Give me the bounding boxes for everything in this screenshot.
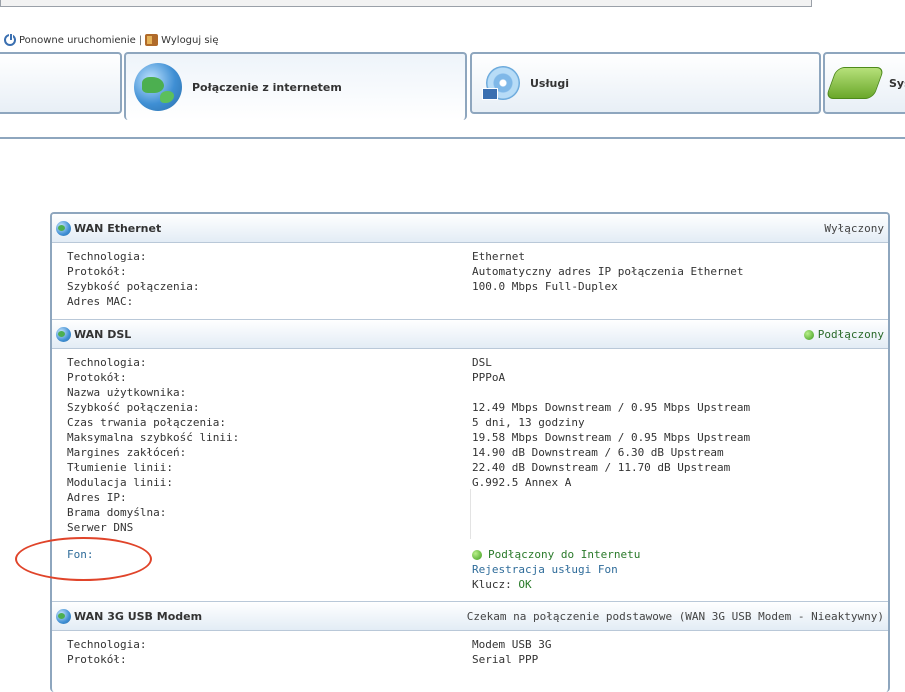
- globe-icon: [56, 326, 71, 342]
- row-value: 14.90 dB Downstream / 6.30 dB Upstream: [472, 446, 724, 459]
- row-value: Automatyczny adres IP połączenia Etherne…: [472, 265, 744, 278]
- row-value: Ethernet: [472, 250, 525, 263]
- info-row: Technologia: DSL: [52, 356, 888, 371]
- main-tabs: Połączenie z internetem Usługi Sys: [0, 52, 905, 139]
- info-row: Protokół: Automatyczny adres IP połączen…: [52, 265, 888, 280]
- tab-label: Połączenie z internetem: [192, 80, 342, 94]
- globe-icon: [56, 608, 71, 624]
- status-text: Czekam na połączenie podstawowe (WAN 3G …: [467, 610, 884, 623]
- row-value: 5 dni, 13 godziny: [472, 416, 585, 429]
- row-label: Maksymalna szybkość linii:: [67, 431, 240, 444]
- row-label: Szybkość połączenia:: [67, 280, 200, 293]
- tab-baseline: [0, 137, 905, 139]
- info-row: Maksymalna szybkość linii: 19.58 Mbps Do…: [52, 431, 888, 446]
- address-bar-remnant: [0, 0, 812, 7]
- section-body-wan-dsl: Technologia: DSL Protokół: PPPoA Nazwa u…: [52, 349, 888, 602]
- status-label: Podłączony: [817, 328, 884, 341]
- row-label: Czas trwania połączenia:: [67, 416, 226, 429]
- row-value: PPPoA: [472, 371, 506, 384]
- row-value: G.992.5 Annex A: [472, 476, 572, 489]
- fon-row: Fon: Podłączony do Internetu: [52, 548, 888, 563]
- row-value: DSL: [472, 356, 492, 369]
- tab-previous[interactable]: [0, 52, 122, 114]
- wan-connections-panel: WAN Ethernet Wyłączony Technologia: Ethe…: [50, 212, 890, 692]
- fon-key: Klucz: OK: [472, 578, 532, 591]
- row-label: Adres IP:: [67, 491, 127, 504]
- fon-key-row: Klucz: OK: [52, 578, 888, 593]
- fon-status-text: Podłączony do Internetu: [488, 548, 641, 561]
- info-row: Technologia: Ethernet: [52, 250, 888, 265]
- fon-key-label: Klucz:: [472, 578, 512, 591]
- connected-dot-icon: [472, 549, 482, 560]
- row-value: Serial PPP: [472, 653, 539, 666]
- info-row: Adres MAC:: [52, 295, 888, 310]
- row-label: Technologia:: [67, 250, 147, 263]
- row-label: Nazwa użytkownika:: [67, 386, 187, 399]
- globe-icon: [134, 63, 182, 111]
- power-icon[interactable]: [4, 33, 16, 46]
- row-label: Serwer DNS: [67, 521, 134, 534]
- tab-services[interactable]: Usługi: [470, 52, 821, 114]
- status-text: Podłączony: [803, 328, 884, 341]
- row-label: Protokół:: [67, 653, 127, 666]
- section-header-wan-3g-usb-modem[interactable]: WAN 3G USB Modem Czekam na połączenie po…: [52, 602, 888, 631]
- row-label: Adres MAC:: [67, 295, 134, 308]
- status-text: Wyłączony: [824, 222, 884, 235]
- tab-label: Sys: [889, 76, 905, 90]
- section-header-wan-dsl[interactable]: WAN DSL Podłączony: [52, 320, 888, 349]
- tab-system[interactable]: Sys: [823, 52, 905, 114]
- system-icon: [825, 67, 885, 99]
- row-value: 100.0 Mbps Full-Duplex: [472, 280, 618, 293]
- info-row: Czas trwania połączenia: 5 dni, 13 godzi…: [52, 416, 888, 431]
- status-label: Czekam na połączenie podstawowe (WAN 3G …: [466, 610, 884, 623]
- row-value: Modem USB 3G: [472, 638, 552, 651]
- row-value: 19.58 Mbps Downstream / 0.95 Mbps Upstre…: [472, 431, 751, 444]
- row-label: Technologia:: [67, 356, 147, 369]
- redaction-divider: [470, 489, 471, 539]
- row-value: 12.49 Mbps Downstream / 0.95 Mbps Upstre…: [472, 401, 751, 414]
- top-links: Ponowne uruchomienie | Wyloguj się: [4, 33, 218, 46]
- info-row: Szybkość połączenia: 100.0 Mbps Full-Dup…: [52, 280, 888, 295]
- info-row: Tłumienie linii: 22.40 dB Downstream / 1…: [52, 461, 888, 476]
- info-row: Nazwa użytkownika:: [52, 386, 888, 401]
- info-row: Szybkość połączenia: 12.49 Mbps Downstre…: [52, 401, 888, 416]
- row-label: Protokół:: [67, 265, 127, 278]
- row-label: Modulacja linii:: [67, 476, 173, 489]
- section-body-wan-3g-usb-modem: Technologia: Modem USB 3G Protokół: Seri…: [52, 631, 888, 691]
- status-label: Wyłączony: [824, 222, 884, 235]
- section-title: WAN Ethernet: [74, 221, 162, 235]
- row-label: Brama domyślna:: [67, 506, 167, 519]
- info-row: Technologia: Modem USB 3G: [52, 638, 888, 653]
- cd-icon: [482, 66, 520, 100]
- row-label: Tłumienie linii:: [67, 461, 173, 474]
- row-label: Szybkość połączenia:: [67, 401, 200, 414]
- section-title: WAN DSL: [74, 327, 132, 341]
- separator: |: [138, 34, 143, 46]
- restart-link[interactable]: Ponowne uruchomienie: [19, 35, 136, 46]
- row-label: Technologia:: [67, 638, 147, 651]
- row-label: Protokół:: [67, 371, 127, 384]
- tab-internet-connection[interactable]: Połączenie z internetem: [124, 52, 467, 120]
- info-row: Protokół: Serial PPP: [52, 653, 888, 668]
- connected-dot-icon: [803, 329, 814, 340]
- logout-link[interactable]: Wyloguj się: [161, 35, 218, 46]
- section-title: WAN 3G USB Modem: [74, 609, 203, 623]
- info-row: Protokół: PPPoA: [52, 371, 888, 386]
- fon-key-value: OK: [518, 578, 532, 591]
- section-header-wan-ethernet[interactable]: WAN Ethernet Wyłączony: [52, 214, 888, 243]
- globe-icon: [56, 220, 71, 236]
- fon-status: Podłączony do Internetu: [472, 548, 640, 561]
- fon-register-row: Rejestracja usługi Fon: [52, 563, 888, 578]
- row-label: Margines zakłóceń:: [67, 446, 187, 459]
- info-row: Margines zakłóceń: 14.90 dB Downstream /…: [52, 446, 888, 461]
- section-body-wan-ethernet: Technologia: Ethernet Protokół: Automaty…: [52, 243, 888, 320]
- fon-register-link[interactable]: Rejestracja usługi Fon: [472, 563, 618, 576]
- annotation-ellipse: [15, 537, 152, 581]
- tab-label: Usługi: [530, 76, 570, 90]
- logout-icon[interactable]: [145, 34, 159, 46]
- row-value: 22.40 dB Downstream / 11.70 dB Upstream: [472, 461, 731, 474]
